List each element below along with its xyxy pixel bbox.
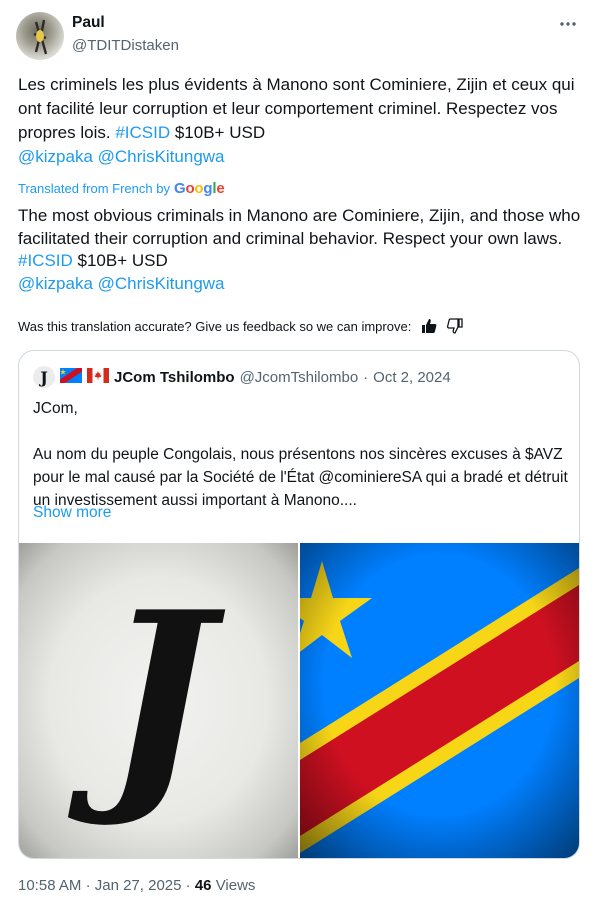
mention-chriskitungwa[interactable]: @ChrisKitungwa xyxy=(98,147,225,166)
thumbs-down-icon[interactable] xyxy=(447,318,463,334)
tweet-translation-text: The most obvious criminals in Manono are… xyxy=(18,205,584,295)
google-logo: Google xyxy=(173,180,225,197)
gothic-j-image[interactable]: J xyxy=(19,543,298,858)
ellipsis-icon[interactable] xyxy=(558,16,578,32)
footer-separator-1: · xyxy=(85,877,91,894)
views-label: Views xyxy=(215,877,256,894)
quoted-paragraph: Au nom du peuple Congolais, nous présent… xyxy=(33,446,568,509)
translated-label-text: Translated from French by xyxy=(18,181,170,196)
views-count: 46 xyxy=(194,877,212,894)
mention-kizpaka[interactable]: @kizpaka xyxy=(18,147,93,166)
quoted-greeting: JCom, xyxy=(33,400,78,417)
quoted-media: J xyxy=(19,543,579,858)
mention-chriskitungwa-translation[interactable]: @ChrisKitungwa xyxy=(98,274,225,293)
quoted-author-name[interactable]: JCom Tshilombo xyxy=(114,369,235,386)
quoted-author-handle[interactable]: @JcomTshilombo xyxy=(240,369,359,386)
translation-feedback: Was this translation accurate? Give us f… xyxy=(18,318,463,334)
quoted-tweet[interactable]: J JCom Tshilombo @JcomTshilombo · Oct 2,… xyxy=(18,350,580,859)
translation-body: The most obvious criminals in Manono are… xyxy=(18,206,581,248)
quoted-header: J JCom Tshilombo @JcomTshilombo · Oct 2,… xyxy=(33,366,451,388)
hashtag-link-translation[interactable]: #ICSID xyxy=(18,251,73,270)
author-handle[interactable]: @TDITDistaken xyxy=(72,37,179,54)
thumbs-up-icon[interactable] xyxy=(421,318,437,334)
amount-text-translation: $10B+ USD xyxy=(72,251,168,270)
drc-flag-image[interactable] xyxy=(272,543,579,858)
quoted-date[interactable]: Oct 2, 2024 xyxy=(373,369,451,386)
translated-label[interactable]: Translated from French by Google xyxy=(18,180,225,197)
footer-separator-2: · xyxy=(185,877,191,894)
feedback-question: Was this translation accurate? Give us f… xyxy=(18,318,412,334)
tweet-date[interactable]: Jan 27, 2025 xyxy=(95,877,182,894)
quoted-avatar[interactable]: J xyxy=(33,366,55,388)
mention-kizpaka-translation[interactable]: @kizpaka xyxy=(18,274,93,293)
quoted-separator: · xyxy=(363,368,369,386)
tweet-time[interactable]: 10:58 AM xyxy=(18,877,81,894)
drc-flag-icon xyxy=(60,367,82,387)
gothic-j-letter: J xyxy=(104,561,213,832)
avatar[interactable] xyxy=(16,12,64,60)
original-body: Les criminels les plus évidents à Manono… xyxy=(18,75,575,142)
hashtag-link[interactable]: #ICSID xyxy=(115,123,170,142)
author-name[interactable]: Paul xyxy=(72,14,105,32)
canada-flag-icon xyxy=(87,367,109,387)
amount-text: $10B+ USD xyxy=(170,123,266,142)
tweet-original-text: Les criminels les plus évidents à Manono… xyxy=(18,73,584,169)
show-more-link[interactable]: Show more xyxy=(33,504,111,522)
quoted-body: JCom, Au nom du peuple Congolais, nous p… xyxy=(33,397,573,512)
tweet-footer: 10:58 AM · Jan 27, 2025 · 46 Views xyxy=(18,877,255,894)
